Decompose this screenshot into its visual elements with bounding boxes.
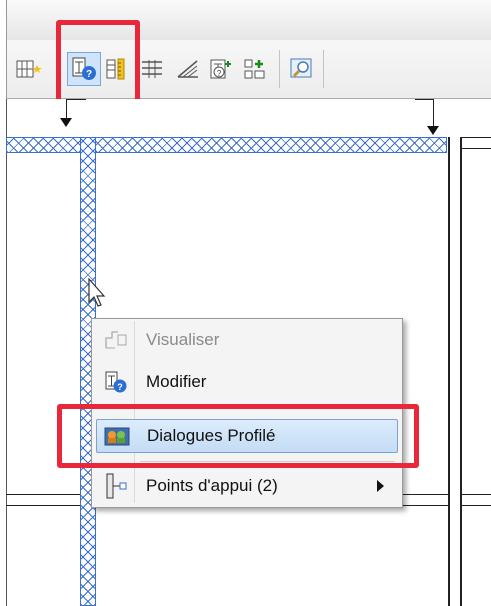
beam-line xyxy=(462,137,491,138)
grid-star-button[interactable] xyxy=(14,52,44,86)
menu-item-visualiser[interactable]: Visualiser xyxy=(96,323,398,357)
submenu-arrow-icon xyxy=(377,480,384,492)
arrow-down-icon xyxy=(60,118,72,127)
support-points-icon xyxy=(96,469,136,503)
beam-line xyxy=(462,494,491,495)
dimension-tick xyxy=(66,99,67,119)
query-button[interactable]: ? xyxy=(207,52,237,86)
menu-item-label: Visualiser xyxy=(146,330,220,349)
svg-text:?: ? xyxy=(217,69,222,78)
toolbar-separator xyxy=(279,50,280,88)
menu-item-modifier[interactable]: ? Modifier xyxy=(96,365,398,399)
zoom-window-button[interactable] xyxy=(287,52,317,86)
dimension-tick xyxy=(433,99,434,127)
selected-beam[interactable] xyxy=(6,137,447,153)
add-section-button[interactable] xyxy=(241,52,271,86)
highlight-frame-menu-item xyxy=(57,404,419,468)
align-button[interactable] xyxy=(137,52,167,86)
beam-line xyxy=(462,148,491,149)
section-edit-icon: ? xyxy=(96,365,136,399)
add-section-icon xyxy=(243,57,269,81)
beam-line xyxy=(462,505,491,506)
toolbar-separator xyxy=(323,50,324,88)
beam-line xyxy=(401,494,448,495)
mouse-pointer-icon xyxy=(88,277,108,313)
column-line xyxy=(448,137,450,606)
menu-item-label: Points d'appui (2) xyxy=(146,476,278,495)
view-profile-icon xyxy=(96,323,136,357)
svg-text:?: ? xyxy=(117,382,123,392)
zoom-window-icon xyxy=(289,57,315,81)
query-icon: ? xyxy=(209,57,235,81)
dimension-tick xyxy=(415,99,434,100)
beam-line xyxy=(6,494,80,495)
slope-button[interactable] xyxy=(173,52,203,86)
align-icon xyxy=(139,57,165,81)
menu-item-label: Modifier xyxy=(146,372,207,391)
arrow-down-icon xyxy=(427,126,439,135)
dimension-tick xyxy=(66,99,86,100)
grid-star-icon xyxy=(16,57,42,81)
slope-icon xyxy=(175,57,201,81)
column-line xyxy=(460,137,462,606)
beam-line xyxy=(6,505,80,506)
application-window: ? ? Visualiser ? Modifier Dialogues Prof… xyxy=(0,0,491,606)
beam-line xyxy=(401,505,448,506)
menu-item-points-appui[interactable]: Points d'appui (2) xyxy=(96,469,398,503)
